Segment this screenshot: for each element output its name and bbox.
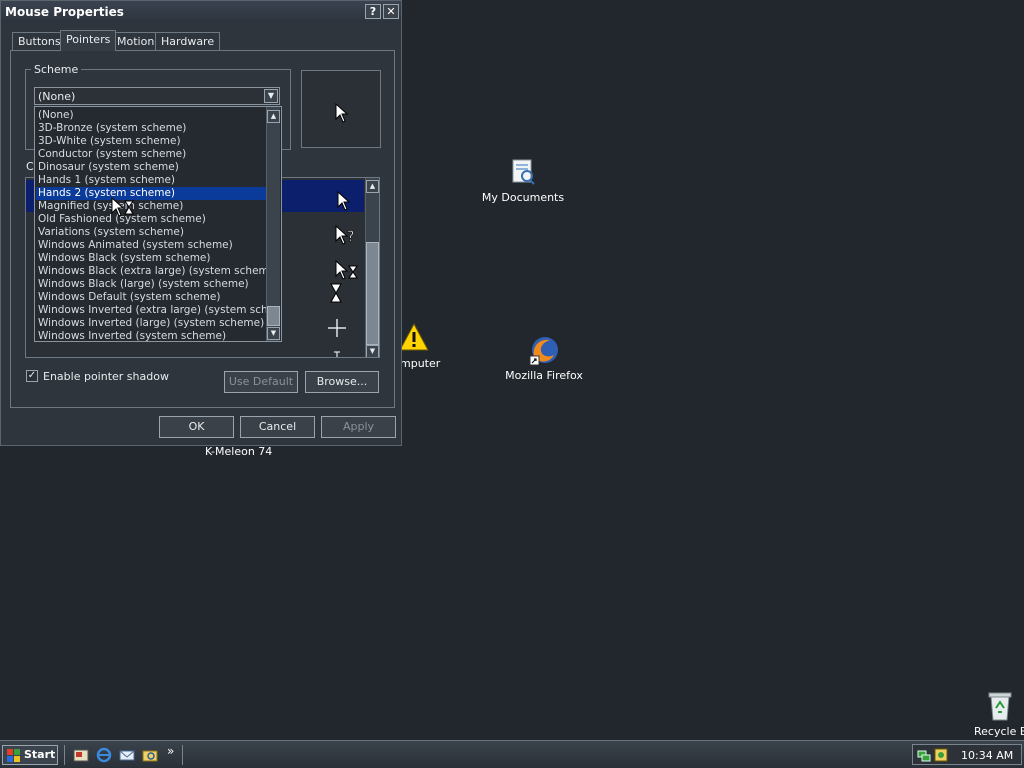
pointer-preview [301, 70, 381, 148]
scheme-option[interactable]: (None) [36, 109, 268, 122]
desktop-icon-recycle-bin[interactable]: Recycle Bin [954, 690, 1024, 738]
normal-select-cursor-icon [337, 191, 351, 211]
desktop-icon-kmeleon-label[interactable]: K-Meleon 74 [205, 445, 272, 458]
scheme-option[interactable]: Hands 1 (system scheme) [36, 174, 268, 187]
scheme-option[interactable]: Windows Black (system scheme) [36, 252, 268, 265]
mouse-cursor-icon [111, 197, 134, 217]
documents-folder-icon [512, 159, 535, 185]
svg-text:?: ? [347, 229, 354, 245]
close-button[interactable]: ✕ [383, 4, 399, 19]
tab-motion[interactable]: Motion [111, 32, 161, 50]
arrow-cursor-icon [335, 103, 349, 123]
scheme-dropdown-list[interactable]: (None) 3D-Bronze (system scheme) 3D-White … [34, 106, 282, 342]
scroll-down-icon[interactable]: ▼ [267, 327, 280, 340]
scheme-option[interactable]: Magnified (system scheme) [36, 200, 268, 213]
windows-logo-icon [7, 749, 20, 762]
scheme-selected-value: (None) [38, 90, 76, 103]
enable-pointer-shadow-label: Enable pointer shadow [43, 370, 169, 383]
desktop-icon-my-documents[interactable]: My Documents [468, 156, 578, 204]
scroll-up-icon[interactable]: ▲ [366, 180, 379, 193]
windows-explorer-icon[interactable] [142, 747, 158, 763]
desktop-icon-label: Mozilla Firefox [505, 369, 583, 382]
taskbar-divider [182, 745, 185, 765]
window-title: Mouse Properties [5, 5, 124, 19]
scheme-option[interactable]: Windows Inverted (large) (system scheme) [36, 317, 268, 330]
scheme-option[interactable]: Windows Animated (system scheme) [36, 239, 268, 252]
scroll-down-icon[interactable]: ▼ [366, 345, 379, 357]
tab-pointers[interactable]: Pointers [60, 30, 117, 51]
start-button[interactable]: Start [2, 745, 58, 765]
title-bar[interactable]: Mouse Properties ? ✕ [1, 1, 401, 23]
clock: 10:34 AM [961, 749, 1014, 762]
recycle-bin-icon [988, 692, 1012, 721]
scheme-option[interactable]: Windows Inverted (system scheme) [36, 330, 268, 341]
apply-button[interactable]: Apply [321, 416, 396, 438]
tab-buttons[interactable]: Buttons [12, 32, 67, 50]
scheme-option[interactable]: 3D-Bronze (system scheme) [36, 122, 268, 135]
help-button[interactable]: ? [365, 4, 381, 19]
show-desktop-icon[interactable] [73, 747, 89, 763]
mouse-properties-window: Mouse Properties ? ✕ Buttons Pointers Mo… [0, 0, 402, 446]
help-select-cursor-icon: ? [335, 225, 355, 245]
precision-select-cursor-icon [328, 319, 346, 337]
browse-button[interactable]: Browse... [305, 371, 379, 393]
tab-hardware[interactable]: Hardware [155, 32, 221, 50]
warning-icon [399, 322, 429, 351]
scroll-thumb[interactable] [366, 242, 379, 345]
scroll-up-icon[interactable]: ▲ [267, 110, 280, 123]
cancel-button[interactable]: Cancel [240, 416, 315, 438]
dropdown-scrollbar[interactable]: ▲ ▼ [266, 107, 280, 341]
scheme-option[interactable]: Windows Inverted (extra large) (system s… [36, 304, 268, 317]
desktop-icon-firefox[interactable]: Mozilla Firefox [489, 334, 599, 382]
scheme-option[interactable]: Windows Black (large) (system scheme) [36, 278, 268, 291]
quicklaunch-divider [64, 745, 67, 765]
scheme-option[interactable]: 3D-White (system scheme) [36, 135, 268, 148]
scroll-thumb[interactable] [267, 306, 280, 326]
start-label: Start [24, 748, 56, 761]
working-in-background-cursor-icon [335, 260, 358, 280]
chevron-down-icon[interactable]: ▼ [264, 89, 278, 103]
scheme-option[interactable]: Windows Default (system scheme) [36, 291, 268, 304]
taskbar: Start » 10:34 AM [0, 740, 1024, 768]
enable-pointer-shadow-checkbox[interactable]: ✓ [26, 370, 38, 382]
scheme-option[interactable]: Windows Black (extra large) (system sche… [36, 265, 268, 278]
ok-button[interactable]: OK [159, 416, 234, 438]
scheme-option[interactable]: Conductor (system scheme) [36, 148, 268, 161]
pointer-list-scrollbar[interactable]: ▲ ▼ [365, 178, 379, 357]
firefox-icon [529, 337, 558, 366]
desktop-icon-label: mputer [400, 357, 441, 370]
use-default-button[interactable]: Use Default [224, 371, 298, 393]
scheme-combobox[interactable]: (None) ▼ [34, 87, 280, 105]
desktop-icon-label: My Documents [481, 191, 565, 204]
outlook-express-icon[interactable] [119, 747, 135, 763]
network-icon[interactable] [916, 747, 932, 763]
text-select-cursor-icon [334, 351, 340, 357]
scheme-label: Scheme [31, 63, 82, 76]
scheme-option[interactable]: Dinosaur (system scheme) [36, 161, 268, 174]
desktop-icon-label: Recycle Bin [974, 725, 1024, 738]
scheme-option[interactable]: Old Fashioned (system scheme) [36, 213, 268, 226]
customize-label: C [26, 160, 34, 173]
security-alert-icon[interactable] [933, 747, 949, 763]
scheme-option[interactable]: Hands 2 (system scheme) [36, 187, 268, 200]
internet-explorer-icon[interactable] [96, 747, 112, 763]
system-tray: 10:34 AM [912, 744, 1022, 765]
scheme-option[interactable]: Variations (system scheme) [36, 226, 268, 239]
quicklaunch-overflow-button[interactable]: » [167, 744, 174, 758]
busy-cursor-icon [330, 283, 342, 303]
